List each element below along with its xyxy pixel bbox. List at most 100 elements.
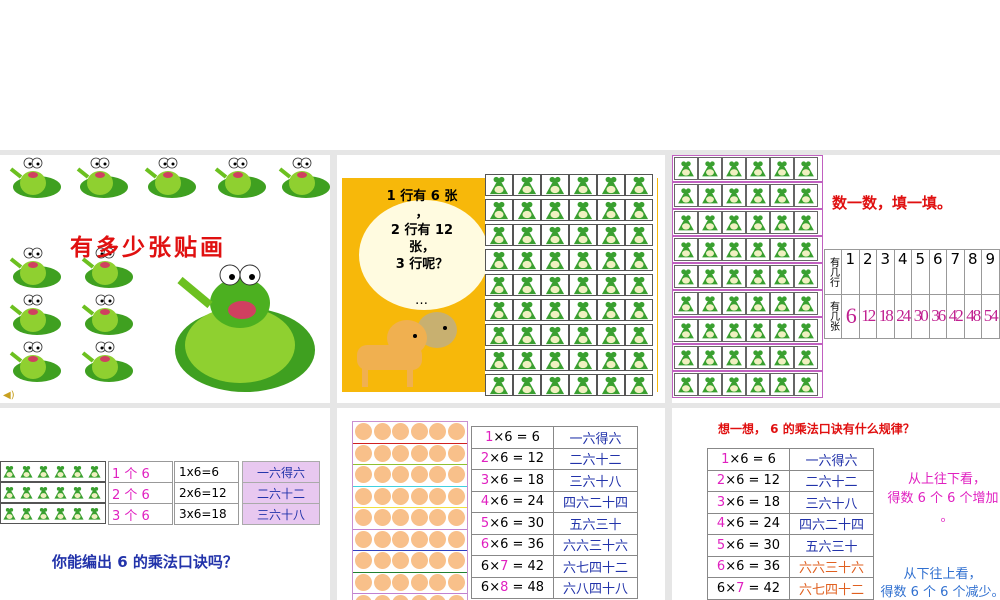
sticker-count-cell: 18 xyxy=(876,293,895,339)
row-header: 有几行 xyxy=(824,249,842,295)
slide-4[interactable]: 1 个 6 1x6=6 一六得六 2 个 6 2x6=12 二六十二 3 个 6 3x6=18… xyxy=(0,408,330,600)
equation-cell: 3×6 = 18 xyxy=(471,469,554,492)
frog-sticker-icon xyxy=(746,373,770,396)
circle-counter xyxy=(392,509,409,526)
frog-sticker-icon xyxy=(541,174,569,196)
row-count-cell: 8 xyxy=(963,249,982,295)
sticker-row xyxy=(672,371,823,398)
table-row: 4×6 = 24 四六二十四 xyxy=(471,490,638,513)
speaker-icon[interactable]: ◀) xyxy=(3,390,15,401)
slide-2[interactable]: 1 行有 6 张， 2 行有 12 张， 3 行呢？ … xyxy=(337,155,665,403)
frog-sticker-icon xyxy=(722,157,746,180)
frog-sticker-icon xyxy=(1,504,18,523)
frog-sticker-icon xyxy=(770,238,794,261)
table-row: 1 个 6 1x6=6 一六得六 xyxy=(108,461,320,483)
chant-cell: 一六得六 xyxy=(789,448,874,471)
times-table: 1×6 = 6 一六得六 2×6 = 12 二六十二 3×6 = 18 三六十八 4×6 =… xyxy=(471,426,638,599)
frog-sticker-icon xyxy=(746,319,770,342)
bubble-text: 1 行有 6 张 ， 2 行有 12 张， 3 行呢？ xyxy=(367,188,477,273)
circle-counter xyxy=(447,509,465,526)
factor: 2 xyxy=(480,451,490,467)
factor: 6× xyxy=(480,558,501,574)
sticker-count-cell: 30 xyxy=(911,293,930,339)
frog-sticker-icon xyxy=(625,199,653,221)
circle-counter xyxy=(355,444,372,462)
note-line: 从上往下看， xyxy=(907,472,986,487)
frog-sticker-icon xyxy=(722,373,746,396)
frog-sticker-icon xyxy=(746,292,770,315)
sticker-row xyxy=(672,290,823,317)
circle-counter xyxy=(373,595,391,600)
frog-sticker-icon xyxy=(569,374,597,396)
circle-counter xyxy=(392,444,409,462)
circle-counter xyxy=(392,595,409,600)
frog-sticker-icon xyxy=(541,224,569,246)
circle-counter xyxy=(429,509,446,526)
circle-counter xyxy=(392,423,409,440)
circle-counter xyxy=(355,466,372,483)
group-cell: 1 个 6 xyxy=(108,461,173,483)
frog-sticker-icon xyxy=(698,346,722,369)
frog-sticker-icon xyxy=(513,324,541,346)
table-row: 2×6 = 12 二六十二 xyxy=(471,447,638,470)
table-row: 1×6 = 6 一六得六 xyxy=(707,448,874,471)
equation-cell: 1x6=6 xyxy=(174,461,239,483)
table-row: 6×6 = 36 六六三十六 xyxy=(707,555,874,578)
circle-row xyxy=(353,444,467,465)
product: ×6 = 36 xyxy=(489,537,545,553)
sticker-row xyxy=(0,482,106,503)
circle-counter xyxy=(410,573,428,591)
sticker-count-cell: 42 xyxy=(946,293,965,339)
slide-3[interactable]: 数一数，填一填。 有几行 1 2 3 4 5 6 7 8 9 有几张 6 12 18 24 30 36 42 48… xyxy=(672,155,1000,403)
chant-cell: 六七四十二 xyxy=(789,577,874,600)
table-row: 3×6 = 18 三六十八 xyxy=(471,469,638,492)
circle-row xyxy=(353,422,467,444)
frog-sticker-icon xyxy=(746,346,770,369)
circle-counter xyxy=(355,595,372,600)
circle-counter xyxy=(447,487,465,505)
count-table: 有几行 1 2 3 4 5 6 7 8 9 有几张 6 12 18 24 30 36 42 48 54 xyxy=(824,249,1000,339)
factor: 4 xyxy=(716,516,726,532)
frog-sticker-icon xyxy=(597,199,625,221)
equation-cell: 2×6 = 12 xyxy=(707,469,790,492)
frog-sticker-icon xyxy=(597,374,625,396)
chant-cell: 三六十八 xyxy=(553,469,638,492)
frog-sticker-icon xyxy=(698,265,722,288)
slide-5[interactable]: 1×6 = 6 一六得六 2×6 = 12 二六十二 3×6 = 18 三六十八 4×6 =… xyxy=(337,408,665,600)
circle-counter xyxy=(355,530,372,548)
circle-row xyxy=(353,551,467,573)
frog-sticker-icon xyxy=(722,319,746,342)
frog-sticker-icon xyxy=(69,462,86,481)
frog-sticker-icon xyxy=(541,299,569,321)
slide-1[interactable]: 有多少张贴画 ◀) xyxy=(0,155,330,403)
frog-sticker-icon xyxy=(794,157,818,180)
frog-sticker-icon xyxy=(485,199,513,221)
pattern-note-up: 从下往上看， 得数 6 个 6 个减少。 xyxy=(875,566,1000,600)
frog-sticker-icon xyxy=(18,462,35,481)
circle-counter xyxy=(392,573,409,591)
frog-sticker-icon xyxy=(513,224,541,246)
factor: 6 xyxy=(716,559,726,575)
frog-sticker-icon xyxy=(770,157,794,180)
equation-cell: 6×7 = 42 xyxy=(471,555,554,578)
circle-counter xyxy=(373,509,391,526)
frog-sticker-icon xyxy=(625,374,653,396)
slide-6[interactable]: 想一想， 6 的乘法口诀有什么规律？ 1×6 = 6 一六得六 2×6 = 12 二六… xyxy=(672,408,1000,600)
sticker-row xyxy=(0,461,106,482)
bubble-line: 张， xyxy=(408,240,435,255)
circle-counter xyxy=(373,487,391,505)
circle-counter xyxy=(447,423,465,440)
frog-sticker-icon xyxy=(794,211,818,234)
frog-sticker-icon xyxy=(18,483,35,502)
frog-sticker-icon xyxy=(698,157,722,180)
frog-sticker-icon xyxy=(597,249,625,271)
frog-sticker-icon xyxy=(597,174,625,196)
equation-cell: 6×6 = 36 xyxy=(471,533,554,556)
product: ×6 = 30 xyxy=(725,537,781,553)
circle-rows xyxy=(352,421,468,600)
frog-sticker-icon xyxy=(746,211,770,234)
chant-cell: 一六得六 xyxy=(553,426,638,449)
sticker-row xyxy=(672,344,823,371)
product: ×6 = 6 xyxy=(729,451,776,467)
table-row: 2 个 6 2x6=12 二六十二 xyxy=(108,482,320,504)
